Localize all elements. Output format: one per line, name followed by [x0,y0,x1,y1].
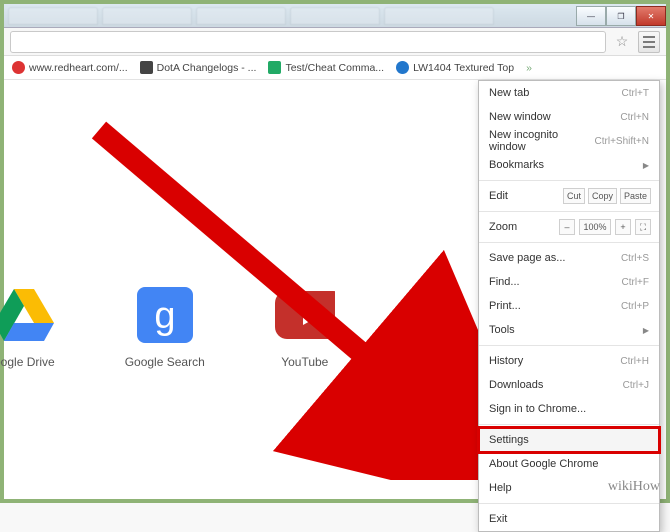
menu-zoom-label: Zoom [489,221,555,233]
bookmark-item[interactable]: LW1404 Textured Top [396,61,514,74]
drive-icon [0,285,54,345]
toolbar: ☆ [4,28,666,56]
menu-new-window[interactable]: New windowCtrl+N [479,105,659,129]
menu-separator [479,211,659,212]
menu-separator [479,345,659,346]
menu-settings[interactable]: Settings [479,428,659,452]
youtube-icon [275,285,335,345]
menu-edit-label: Edit [489,190,560,202]
menu-edit-row: Edit Cut Copy Paste [479,184,659,208]
bookmark-star-icon[interactable]: ☆ [612,32,632,52]
tile-label: YouTube [281,355,328,369]
maximize-button[interactable]: ❐ [606,6,636,26]
menu-history[interactable]: HistoryCtrl+H [479,349,659,373]
tile-google-drive[interactable]: oogle Drive [0,285,55,369]
menu-downloads[interactable]: DownloadsCtrl+J [479,373,659,397]
cut-button[interactable]: Cut [563,188,585,204]
menu-signin[interactable]: Sign in to Chrome... [479,397,659,421]
menu-bookmarks[interactable]: Bookmarks▶ [479,153,659,177]
window-titlebar: — ❐ ✕ [4,4,666,28]
menu-incognito[interactable]: New incognito windowCtrl+Shift+N [479,129,659,153]
copy-button[interactable]: Copy [588,188,617,204]
new-tab-page: oogle Drive g Google Search YouTube New … [4,80,666,499]
tile-youtube[interactable]: YouTube [275,285,335,369]
paste-button[interactable]: Paste [620,188,651,204]
chevron-right-icon: ▶ [643,326,649,335]
watermark: wikiHow [608,479,660,495]
zoom-out-button[interactable]: – [559,219,575,235]
chrome-menu: New tabCtrl+T New windowCtrl+N New incog… [478,80,660,532]
chevron-right-icon: ▶ [643,161,649,170]
bookmark-label: www.redheart.com/... [29,62,128,74]
bookmark-label: DotA Changelogs - ... [157,62,257,74]
tile-google-search[interactable]: g Google Search [125,285,205,369]
menu-exit[interactable]: Exit [479,507,659,531]
menu-about[interactable]: About Google Chrome [479,452,659,476]
fullscreen-button[interactable]: ⛶ [635,219,651,235]
most-visited-tiles: oogle Drive g Google Search YouTube [0,285,335,369]
bookmark-item[interactable]: DotA Changelogs - ... [140,61,257,74]
menu-save-page[interactable]: Save page as...Ctrl+S [479,246,659,270]
zoom-value: 100% [579,219,611,235]
tile-label: Google Search [125,355,205,369]
tab-strip [4,4,576,27]
chrome-menu-button[interactable] [638,31,660,53]
google-icon: g [135,285,195,345]
bookmark-item[interactable]: www.redheart.com/... [12,61,128,74]
menu-separator [479,424,659,425]
bookmark-overflow-icon[interactable]: » [526,62,532,74]
bookmark-label: LW1404 Textured Top [413,62,514,74]
zoom-in-button[interactable]: + [615,219,631,235]
bookmarks-bar: www.redheart.com/... DotA Changelogs - .… [4,56,666,80]
menu-print[interactable]: Print...Ctrl+P [479,294,659,318]
menu-separator [479,503,659,504]
close-button[interactable]: ✕ [636,6,666,26]
menu-new-tab[interactable]: New tabCtrl+T [479,81,659,105]
tile-label: oogle Drive [0,355,55,369]
bookmark-item[interactable]: Test/Cheat Comma... [268,61,384,74]
menu-separator [479,180,659,181]
menu-zoom-row: Zoom – 100% + ⛶ [479,215,659,239]
bookmark-label: Test/Cheat Comma... [285,62,384,74]
address-bar[interactable] [10,31,606,53]
minimize-button[interactable]: — [576,6,606,26]
menu-separator [479,242,659,243]
menu-tools[interactable]: Tools▶ [479,318,659,342]
svg-text:g: g [154,295,175,337]
menu-find[interactable]: Find...Ctrl+F [479,270,659,294]
